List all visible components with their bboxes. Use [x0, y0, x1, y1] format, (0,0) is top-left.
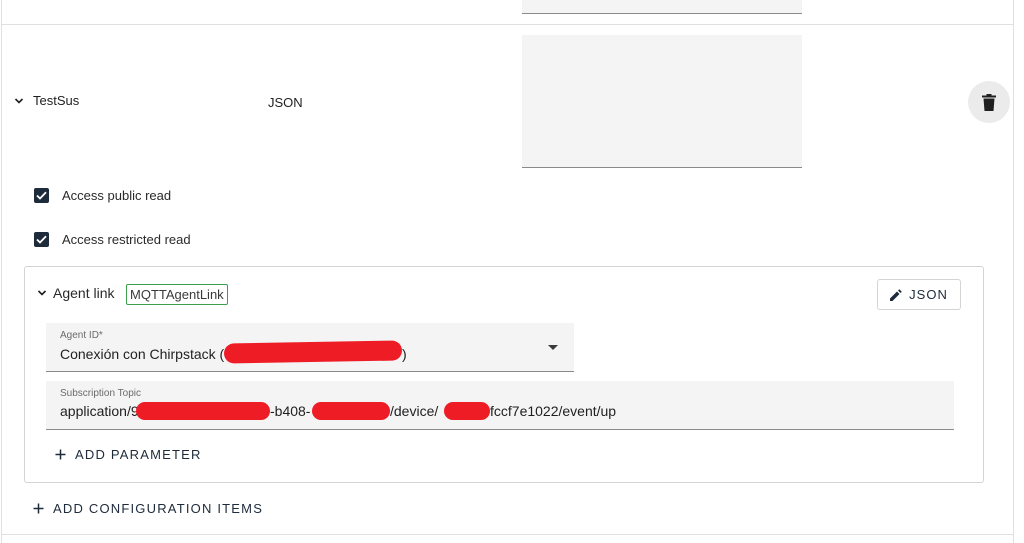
- delete-icon: [982, 93, 996, 111]
- agent-type-badge: MQTTAgentLink: [126, 284, 228, 305]
- json-button[interactable]: JSON: [877, 279, 961, 310]
- plus-icon: [55, 449, 66, 460]
- redaction-mark: [444, 402, 490, 420]
- topic-part-3: /device/: [390, 403, 439, 419]
- add-configuration-items-label: ADD CONFIGURATION ITEMS: [53, 501, 264, 516]
- value-textarea[interactable]: [522, 35, 802, 168]
- agent-id-label: Agent ID*: [60, 330, 103, 341]
- checkbox-label: Access restricted read: [62, 232, 191, 247]
- chevron-down-icon: [37, 290, 47, 296]
- left-border: [1, 0, 2, 543]
- item-name: TestSus: [33, 93, 80, 108]
- chevron-down-icon: [14, 97, 24, 104]
- delete-button[interactable]: [968, 81, 1010, 123]
- json-button-label: JSON: [909, 287, 948, 302]
- agent-link-title: Agent link: [53, 285, 115, 301]
- checkbox-box[interactable]: [34, 188, 49, 203]
- topic-part-2: -b408-: [270, 403, 311, 419]
- agent-id-value-suffix: ): [402, 346, 407, 362]
- previous-value-textarea[interactable]: [522, 0, 802, 14]
- agent-id-select[interactable]: Agent ID* Conexión con Chirpstack ( ): [46, 323, 574, 372]
- topic-part-4: fccf7e1022/event/up: [490, 403, 617, 419]
- add-parameter-button[interactable]: ADD PARAMETER: [55, 447, 202, 462]
- top-divider: [1, 24, 1014, 25]
- pencil-icon: [890, 288, 902, 301]
- topic-part-1: application/9: [60, 403, 139, 419]
- plus-icon: [33, 503, 44, 514]
- add-configuration-items-button[interactable]: ADD CONFIGURATION ITEMS: [33, 501, 263, 516]
- dropdown-arrow-icon[interactable]: [548, 345, 558, 350]
- redaction-mark: [223, 340, 403, 364]
- subscription-topic-input[interactable]: Subscription Topic application/9 -b408- …: [46, 381, 954, 430]
- subscription-topic-label: Subscription Topic: [60, 388, 141, 399]
- agent-id-value-prefix: Conexión con Chirpstack (: [60, 346, 225, 362]
- check-icon: [36, 191, 47, 200]
- checkbox-label: Access public read: [62, 188, 172, 203]
- item-expand-toggle[interactable]: TestSus: [14, 93, 79, 108]
- checkbox-public-read[interactable]: Access public read: [34, 188, 171, 203]
- checkbox-restricted-read[interactable]: Access restricted read: [34, 232, 191, 247]
- checkbox-box[interactable]: [34, 232, 49, 247]
- agent-link-toggle[interactable]: Agent link: [37, 285, 114, 301]
- redaction-mark: [312, 402, 390, 420]
- right-border: [1013, 0, 1014, 543]
- redaction-mark: [136, 402, 270, 420]
- bottom-divider: [1, 534, 1014, 535]
- check-icon: [36, 235, 47, 244]
- add-parameter-label: ADD PARAMETER: [75, 447, 202, 462]
- item-type: JSON: [268, 95, 303, 110]
